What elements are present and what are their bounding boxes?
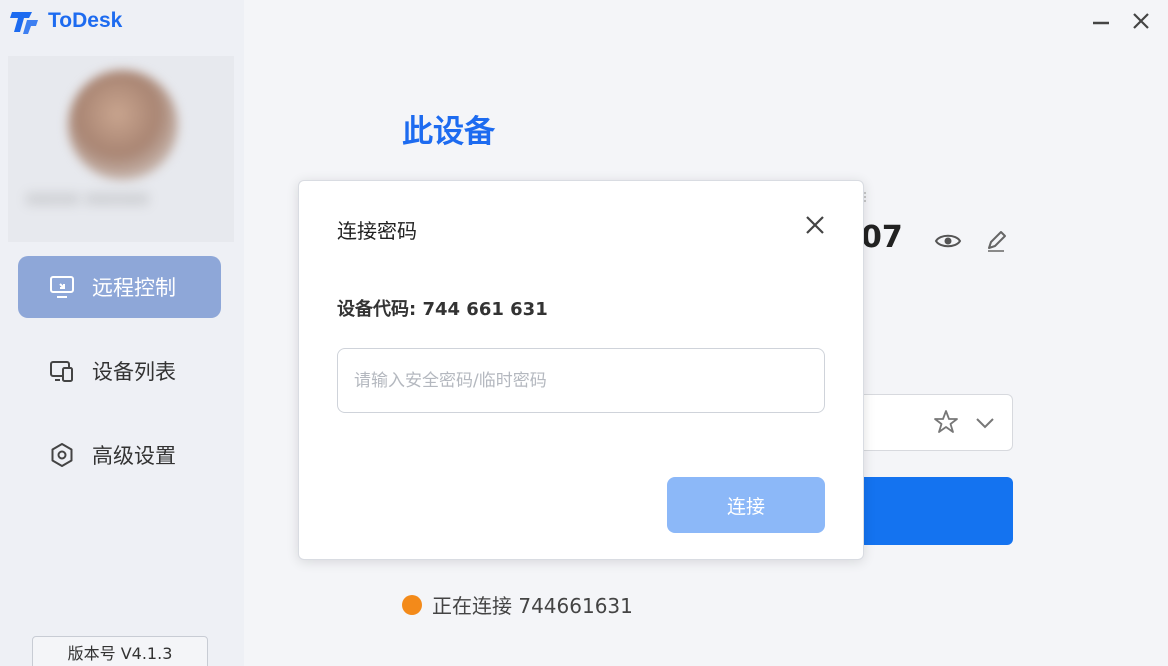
connect-password-dialog: 连接密码 设备代码: 744 661 631 连接: [298, 180, 864, 560]
status-dot: [402, 594, 422, 615]
sidebar-item-advanced-settings[interactable]: 高级设置: [18, 424, 221, 486]
brand: ToDesk: [10, 6, 122, 36]
dialog-title: 连接密码: [337, 219, 417, 243]
connect-button-background[interactable]: [860, 477, 1013, 545]
sidebar-item-label: 设备列表: [92, 360, 176, 384]
minimize-button[interactable]: [1088, 8, 1114, 34]
status-text: 正在连接 744661631: [432, 594, 633, 618]
star-icon[interactable]: [932, 408, 960, 436]
device-code: 07: [861, 220, 903, 255]
edit-icon[interactable]: [984, 228, 1008, 254]
password-input[interactable]: [337, 348, 825, 413]
close-window-button[interactable]: [1128, 8, 1154, 34]
sidebar-item-remote-control[interactable]: 远程控制: [18, 256, 221, 318]
devices-icon: [48, 357, 76, 385]
version-label: 版本号 V4.1.3: [32, 636, 208, 666]
sidebar: ToDesk xxxxx xxxxxx 远程控制 设备列表 高级设置 版本号 V…: [0, 0, 244, 666]
user-profile[interactable]: xxxxx xxxxxx: [8, 56, 234, 242]
sidebar-item-label: 高级设置: [92, 444, 176, 468]
todesk-logo-icon: [10, 12, 38, 34]
monitor-icon: [48, 273, 76, 301]
close-icon: [806, 216, 824, 234]
sidebar-item-label: 远程控制: [92, 276, 176, 300]
avatar[interactable]: [68, 70, 178, 180]
page-title: 此设备: [402, 114, 495, 150]
minimize-icon: [1093, 21, 1109, 25]
settings-icon: [48, 441, 76, 469]
app-name: ToDesk: [48, 9, 123, 32]
chevron-down-icon[interactable]: [974, 412, 996, 434]
eye-icon[interactable]: [934, 228, 962, 254]
sidebar-item-device-list[interactable]: 设备列表: [18, 340, 221, 402]
username: xxxxx xxxxxx: [26, 188, 149, 209]
dialog-close-button[interactable]: [801, 211, 829, 239]
connection-status: 正在连接 744661631: [402, 590, 633, 619]
connect-button[interactable]: 连接: [667, 477, 825, 533]
dialog-device-code: 设备代码: 744 661 631: [337, 299, 548, 320]
close-icon: [1133, 13, 1149, 29]
